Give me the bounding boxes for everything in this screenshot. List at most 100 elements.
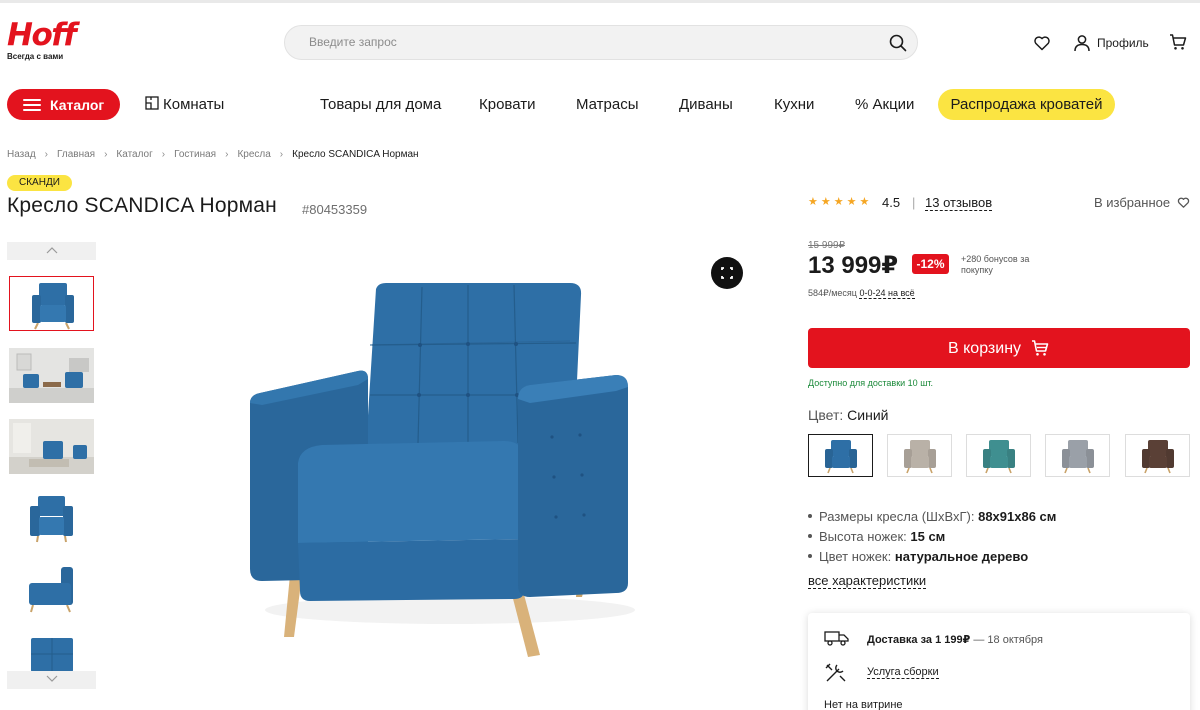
delivery-date: — 18 октября: [973, 634, 1044, 646]
logo[interactable]: Hoff Всегда с вами: [7, 17, 77, 62]
chevron-right-icon: ›: [279, 149, 284, 160]
rating-stars-icon: ★★★★★: [808, 196, 873, 208]
nav-home-goods[interactable]: Товары для дома: [320, 96, 441, 113]
thumbnail-6[interactable]: [9, 632, 94, 672]
delivery-panel: Доставка за 1 199₽ — 18 октября Услуга с…: [808, 613, 1190, 710]
armchair-swatch-icon: [983, 440, 1015, 474]
color-swatch-brown[interactable]: [1125, 434, 1190, 477]
price: 13 999₽: [808, 252, 899, 279]
thumbnail-2[interactable]: [9, 348, 94, 403]
style-badge[interactable]: СКАНДИ: [7, 175, 72, 191]
armchair-swatch-icon: [904, 440, 936, 474]
heart-icon: [1177, 197, 1190, 208]
nav-mattresses[interactable]: Матрасы: [576, 96, 639, 113]
product-title: Кресло SCANDICA Норман: [7, 194, 277, 217]
showcase-status: Нет на витрине: [824, 699, 903, 710]
nav-sofas[interactable]: Диваны: [679, 96, 733, 113]
assembly-service-link[interactable]: Услуга сборки: [867, 666, 939, 679]
catalog-button[interactable]: Каталог: [7, 89, 120, 120]
chevron-up-icon: [46, 247, 58, 254]
monthly-price: 584₽/месяц: [808, 288, 857, 298]
profile-link[interactable]: Профиль: [1097, 36, 1149, 50]
reviews-link[interactable]: 13 отзывов: [925, 195, 993, 211]
color-swatch-teal[interactable]: [966, 434, 1031, 477]
thumbnails-down-button[interactable]: [7, 671, 96, 689]
old-price: 15 999₽: [808, 240, 845, 251]
discount-badge: -12%: [912, 254, 949, 274]
menu-icon: [23, 99, 41, 111]
promo-bed-sale[interactable]: Распродажа кроватей: [938, 89, 1115, 120]
chevron-right-icon: ›: [225, 149, 229, 160]
breadcrumb-armchairs[interactable]: Кресла: [237, 149, 270, 160]
color-swatch-beige[interactable]: [887, 434, 952, 477]
chevron-right-icon: ›: [161, 149, 166, 160]
nav-kitchens[interactable]: Кухни: [774, 96, 814, 113]
nav-rooms[interactable]: Комнаты: [163, 96, 224, 113]
spec-value: 15 см: [910, 529, 946, 544]
armchair-thumb: [32, 283, 74, 330]
installment-info: 584₽/месяц 0-0-24 на всё: [808, 288, 915, 299]
color-swatch-blue[interactable]: [808, 434, 873, 477]
fullscreen-button[interactable]: [711, 257, 743, 289]
search-input[interactable]: [309, 35, 869, 49]
all-specs-link[interactable]: все характеристики: [808, 573, 927, 589]
cart-icon: [1032, 340, 1049, 356]
color-swatch-gray[interactable]: [1045, 434, 1110, 477]
expand-icon: [721, 267, 733, 279]
heart-icon[interactable]: [1033, 34, 1051, 52]
spec-dimensions: Размеры кресла (ШхВхГ): 88x91x86 см: [808, 509, 1056, 529]
armchair-swatch-icon: [1062, 440, 1094, 474]
search-icon[interactable]: [889, 34, 907, 52]
bullet-icon: [808, 553, 812, 558]
thumbnails-up-button[interactable]: [7, 242, 96, 260]
cart-icon[interactable]: [1169, 33, 1187, 51]
rooms-icon: [145, 96, 159, 110]
nav-sales[interactable]: % Акции: [855, 96, 914, 113]
armchair-side-thumb: [29, 567, 73, 613]
thumbnail-3[interactable]: [9, 419, 94, 474]
breadcrumb-current: Кресло SCANDICA Норман: [292, 149, 419, 160]
delivery-price: Доставка за 1 199₽: [867, 634, 971, 646]
product-sku: #80453359: [302, 202, 368, 217]
thumbnail-5[interactable]: [9, 561, 94, 616]
spec-leg-height: Высота ножек: 15 см: [808, 529, 1056, 549]
spec-value: 88x91x86 см: [978, 509, 1057, 524]
armchair-front-thumb: [30, 496, 73, 543]
user-icon[interactable]: [1073, 34, 1091, 52]
thumbnail-4[interactable]: [9, 490, 94, 545]
add-to-cart-button[interactable]: В корзину: [808, 328, 1190, 368]
armchair-back-thumb: [31, 638, 73, 672]
logo-wordmark: Hoff: [7, 17, 77, 53]
bullet-icon: [808, 513, 812, 518]
product-main-image[interactable]: [240, 275, 660, 670]
color-caption: Цвет:: [808, 407, 844, 423]
armchair-swatch-icon: [825, 440, 857, 474]
breadcrumb-catalog[interactable]: Каталог: [116, 149, 152, 160]
chevron-right-icon: ›: [44, 149, 48, 160]
color-value: Синий: [847, 407, 889, 423]
rating-divider: |: [912, 195, 916, 210]
truck-icon: [824, 631, 849, 646]
spec-leg-color: Цвет ножек: натуральное дерево: [808, 549, 1056, 569]
catalog-label: Каталог: [50, 97, 105, 113]
breadcrumb-back[interactable]: Назад: [7, 149, 36, 160]
spec-label: Цвет ножек:: [819, 549, 892, 564]
bullet-icon: [808, 533, 812, 538]
logo-tagline: Всегда с вами: [7, 52, 64, 61]
spec-list: Размеры кресла (ШхВхГ): 88x91x86 см Высо…: [808, 509, 1056, 569]
nav-beds[interactable]: Кровати: [479, 96, 535, 113]
add-to-favorites[interactable]: В избранное: [1094, 195, 1190, 210]
breadcrumb-home[interactable]: Главная: [57, 149, 95, 160]
tools-icon: [825, 663, 846, 682]
chevron-right-icon: ›: [104, 149, 108, 160]
favorites-label: В избранное: [1094, 195, 1171, 210]
breadcrumb-living-room[interactable]: Гостиная: [174, 149, 216, 160]
chevron-down-icon: [46, 675, 58, 682]
bonus-info: +280 бонусов за покупку: [961, 254, 1030, 275]
color-label: Цвет: Синий: [808, 407, 888, 423]
interior-thumb: [9, 348, 94, 403]
credit-terms-link[interactable]: 0-0-24 на всё: [859, 288, 915, 299]
armchair-swatch-icon: [1142, 440, 1174, 474]
spec-value: натуральное дерево: [894, 549, 1029, 564]
thumbnail-1[interactable]: [9, 276, 94, 331]
